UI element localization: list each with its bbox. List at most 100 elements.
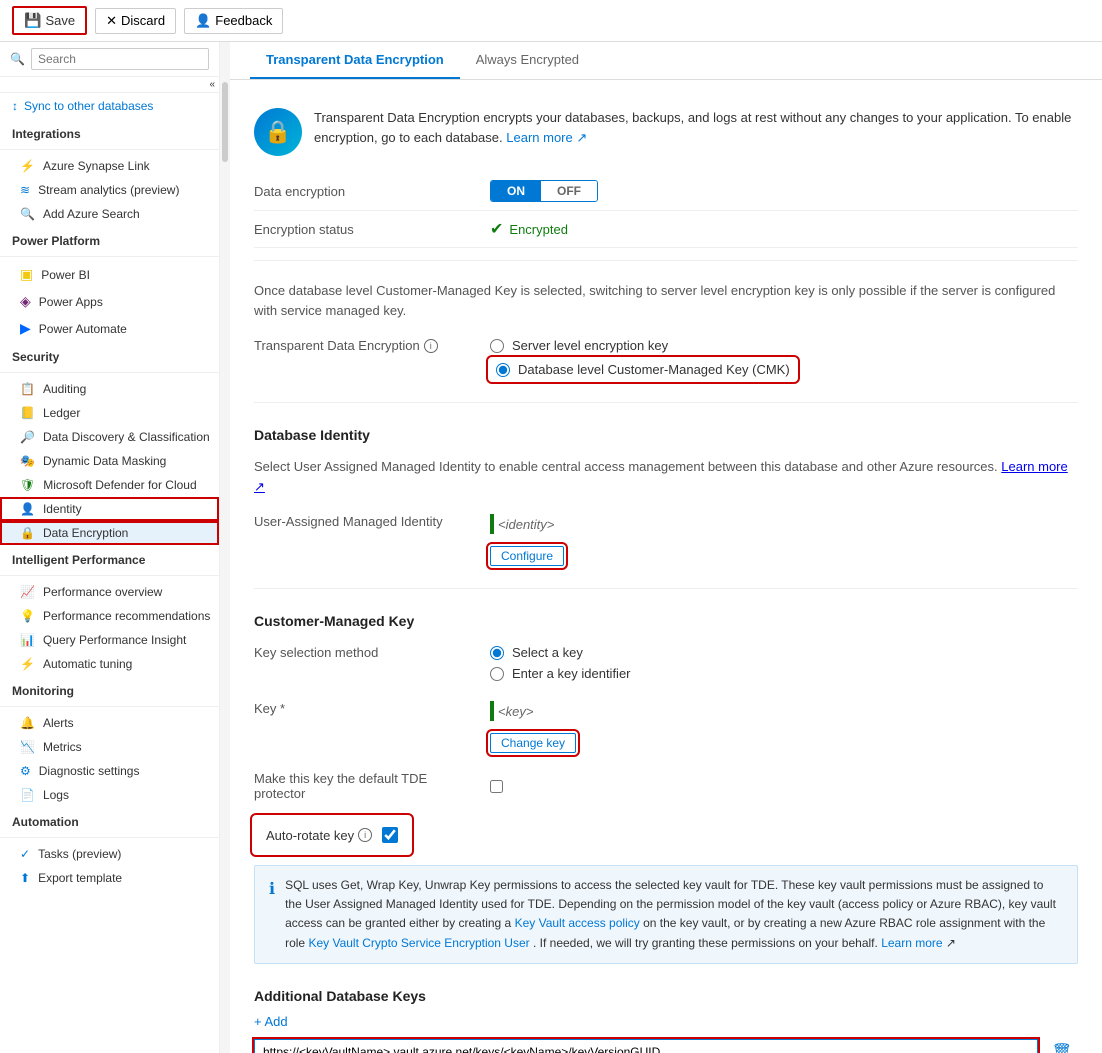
radio-server-level[interactable]: Server level encryption key — [490, 338, 796, 353]
tab-transparent-encryption[interactable]: Transparent Data Encryption — [250, 42, 460, 79]
sidebar-item-logs[interactable]: 📄 Logs — [0, 783, 219, 807]
sidebar-item-add-azure-search[interactable]: 🔍 Add Azure Search — [0, 202, 219, 226]
radio-cmk-input[interactable] — [496, 363, 510, 377]
status-text: Encrypted — [509, 222, 568, 237]
auto-rotate-checkbox[interactable] — [382, 827, 398, 843]
change-key-button[interactable]: Change key — [490, 733, 576, 753]
radio-enter-identifier-label: Enter a key identifier — [512, 666, 631, 681]
auto-rotate-info-icon[interactable]: i — [358, 828, 372, 842]
radio-select-key[interactable]: Select a key — [490, 645, 631, 660]
feedback-label: Feedback — [215, 13, 272, 28]
key-selection-radio: Select a key Enter a key identifier — [490, 645, 631, 681]
learn-more-link[interactable]: Learn more ↗ — [506, 130, 587, 145]
info-description: Transparent Data Encryption encrypts you… — [314, 108, 1078, 147]
ledger-icon: 📒 — [20, 406, 35, 420]
close-icon: ✕ — [106, 13, 117, 29]
data-encryption-row: Data encryption ON OFF — [254, 172, 1078, 211]
discard-button[interactable]: ✕ Discard — [95, 8, 176, 34]
logs-icon: 📄 — [20, 788, 35, 802]
scroll-thumb — [222, 82, 228, 162]
toggle-off-button[interactable]: OFF — [541, 181, 597, 201]
encryption-status-label: Encryption status — [254, 222, 474, 237]
tasks-icon: ✓ — [20, 847, 30, 861]
defender-icon: 🛡 — [20, 478, 35, 492]
radio-server-input[interactable] — [490, 339, 504, 353]
tde-label: Transparent Data Encryption i — [254, 338, 474, 353]
sidebar-item-identity[interactable]: 👤 Identity — [0, 497, 219, 521]
info-banner: ℹ SQL uses Get, Wrap Key, Unwrap Key per… — [254, 865, 1078, 964]
toggle-on-button[interactable]: ON — [491, 181, 541, 201]
key-url-input[interactable] — [254, 1039, 1038, 1053]
add-key-button[interactable]: + Add — [254, 1010, 1078, 1033]
radio-select-key-input[interactable] — [490, 646, 504, 660]
sidebar-item-metrics[interactable]: 📉 Metrics — [0, 735, 219, 759]
radio-enter-identifier-input[interactable] — [490, 667, 504, 681]
sidebar-item-power-bi[interactable]: ▣ Power BI — [0, 261, 219, 288]
key-row: Key * <key> Change key — [254, 691, 1078, 763]
key-placeholder: <key> — [498, 704, 533, 719]
sidebar-item-alerts[interactable]: 🔔 Alerts — [0, 711, 219, 735]
search-input[interactable] — [31, 48, 209, 70]
user-identity-label: User-Assigned Managed Identity — [254, 514, 474, 529]
radio-server-label: Server level encryption key — [512, 338, 668, 353]
synapse-icon: ⚡ — [20, 159, 35, 173]
info-banner-learn-more[interactable]: Learn more — [881, 936, 942, 950]
key-label: Key * — [254, 701, 474, 716]
metrics-icon: 📉 — [20, 740, 35, 754]
save-button[interactable]: 💾 Save — [12, 6, 87, 35]
sidebar-item-power-apps[interactable]: ◈ Power Apps — [0, 288, 219, 315]
sidebar-item-auditing[interactable]: 📋 Auditing — [0, 377, 219, 401]
data-encryption-value: ON OFF — [490, 180, 598, 202]
sidebar-item-diagnostic[interactable]: ⚙ Diagnostic settings — [0, 759, 219, 783]
sidebar-item-stream-analytics[interactable]: ≋ Stream analytics (preview) — [0, 178, 219, 202]
key-vault-policy-link[interactable]: Key Vault access policy — [515, 916, 640, 930]
collapse-icon[interactable]: « — [209, 79, 215, 90]
delete-key-button[interactable]: 🗑 — [1046, 1040, 1078, 1053]
section-security: Security — [0, 342, 219, 368]
sidebar-item-automatic-tuning[interactable]: ⚡ Automatic tuning — [0, 652, 219, 676]
sidebar-scrollbar[interactable] — [220, 42, 230, 1053]
tde-radio-group: Server level encryption key Database lev… — [490, 338, 796, 380]
configure-button[interactable]: Configure — [490, 546, 564, 566]
sidebar-item-query-performance[interactable]: 📊 Query Performance Insight — [0, 628, 219, 652]
encryption-icon: 🔒 — [20, 526, 35, 540]
sidebar-item-ledger[interactable]: 📒 Ledger — [0, 401, 219, 425]
feedback-icon: 👤 — [195, 13, 211, 29]
sidebar-item-tasks[interactable]: ✓ Tasks (preview) — [0, 842, 219, 866]
notice-text: Once database level Customer-Managed Key… — [254, 273, 1078, 328]
tde-info-icon[interactable]: i — [424, 339, 438, 353]
tde-radio-options: Server level encryption key Database lev… — [490, 338, 796, 380]
power-bi-icon: ▣ — [20, 266, 33, 283]
discard-label: Discard — [121, 13, 165, 28]
sidebar-item-dynamic-masking[interactable]: 🎭 Dynamic Data Masking — [0, 449, 219, 473]
sidebar-item-azure-synapse[interactable]: ⚡ Azure Synapse Link — [0, 154, 219, 178]
sidebar: 🔍 « ↕ Sync to other databases Integratio… — [0, 42, 220, 1053]
auto-rotate-label-group: Auto-rotate key i — [266, 828, 372, 843]
encryption-status-row: Encryption status ✔ Encrypted — [254, 211, 1078, 248]
sidebar-item-performance-recommendations[interactable]: 💡 Performance recommendations — [0, 604, 219, 628]
sidebar-item-performance-overview[interactable]: 📈 Performance overview — [0, 580, 219, 604]
make-default-checkbox[interactable] — [490, 780, 503, 793]
sidebar-item-defender[interactable]: 🛡 Microsoft Defender for Cloud — [0, 473, 219, 497]
sidebar-item-export-template[interactable]: ⬆ Export template — [0, 866, 219, 890]
radio-cmk[interactable]: Database level Customer-Managed Key (CMK… — [490, 359, 796, 380]
power-apps-icon: ◈ — [20, 293, 31, 310]
info-banner-text: SQL uses Get, Wrap Key, Unwrap Key permi… — [285, 876, 1063, 953]
sidebar-item-data-discovery[interactable]: 🔎 Data Discovery & Classification — [0, 425, 219, 449]
sidebar-item-power-automate[interactable]: ▶ Power Automate — [0, 315, 219, 342]
diagnostic-icon: ⚙ — [20, 764, 31, 778]
tab-always-encrypted[interactable]: Always Encrypted — [460, 42, 595, 79]
user-identity-row: User-Assigned Managed Identity <identity… — [254, 504, 1078, 576]
section-monitoring: Monitoring — [0, 676, 219, 702]
classify-icon: 🔎 — [20, 430, 35, 444]
key-value: <key> Change key — [490, 701, 576, 753]
identity-icon: 👤 — [20, 502, 35, 516]
db-identity-title: Database Identity — [254, 415, 1078, 449]
sync-item[interactable]: ↕ Sync to other databases — [0, 93, 219, 119]
radio-select-key-label: Select a key — [512, 645, 583, 660]
radio-enter-identifier[interactable]: Enter a key identifier — [490, 666, 631, 681]
feedback-button[interactable]: 👤 Feedback — [184, 8, 283, 34]
key-selection-label: Key selection method — [254, 645, 474, 660]
key-vault-crypto-link[interactable]: Key Vault Crypto Service Encryption User — [308, 936, 529, 950]
sidebar-item-data-encryption[interactable]: 🔒 Data Encryption — [0, 521, 219, 545]
